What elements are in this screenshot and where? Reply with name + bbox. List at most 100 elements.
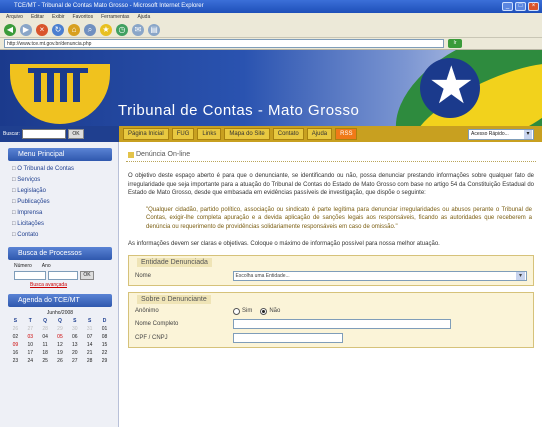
- calendar-day[interactable]: 13: [67, 341, 82, 349]
- calendar-day[interactable]: 16: [8, 349, 23, 357]
- calendar-day[interactable]: 06: [67, 333, 82, 341]
- calendar-day[interactable]: 01: [97, 325, 112, 333]
- back-icon[interactable]: ◀: [4, 23, 16, 36]
- full-name-input[interactable]: [233, 318, 451, 329]
- calendar-day[interactable]: 27: [23, 325, 38, 333]
- calendar-day[interactable]: 25: [38, 357, 53, 365]
- calendar-day[interactable]: 26: [53, 357, 68, 365]
- main-menu-heading: Menu Principal: [8, 148, 112, 161]
- address-bar: http://www.tce.mt.gov.br/denuncia.php Ir: [0, 38, 542, 50]
- site-banner: ★ Tribunal de Contas - Mato Grosso: [0, 50, 542, 126]
- search-ok-button[interactable]: OK: [67, 129, 84, 139]
- search-input[interactable]: [21, 129, 66, 139]
- calendar-day[interactable]: 30: [67, 325, 82, 333]
- menu-tools[interactable]: Ferramentas: [101, 13, 129, 22]
- nav-home[interactable]: Página Inicial: [123, 128, 169, 140]
- calendar-day[interactable]: 04: [38, 333, 53, 341]
- nav-help[interactable]: Ajuda: [306, 128, 333, 140]
- mail-icon[interactable]: ✉: [132, 23, 144, 36]
- minimize-icon[interactable]: _: [502, 2, 513, 11]
- menu-help[interactable]: Ajuda: [137, 13, 150, 22]
- process-number-input[interactable]: [14, 271, 46, 280]
- anonymous-label: Anônimo: [135, 308, 159, 314]
- denunciante-legend: Sobre o Denunciante: [137, 294, 211, 304]
- calendar-day[interactable]: 28: [38, 325, 53, 333]
- sidebar-item-tribunal[interactable]: O Tribunal de Contas: [12, 164, 118, 175]
- url-input[interactable]: http://www.tce.mt.gov.br/denuncia.php: [4, 39, 444, 48]
- calendar-day[interactable]: 31: [82, 325, 97, 333]
- history-icon[interactable]: ◷: [116, 23, 128, 36]
- menu-favorites[interactable]: Favoritos: [73, 13, 94, 22]
- nav-links[interactable]: Links: [197, 128, 222, 140]
- calendar-day[interactable]: 24: [23, 357, 38, 365]
- calendar-day[interactable]: 09: [8, 341, 23, 349]
- calendar-day[interactable]: 29: [53, 325, 68, 333]
- calendar-day[interactable]: 08: [97, 333, 112, 341]
- calendar-day[interactable]: 18: [38, 349, 53, 357]
- denunciante-fieldset: Sobre o Denunciante Anônimo Sim Não Nome…: [128, 291, 534, 348]
- calendar-day[interactable]: 21: [82, 349, 97, 357]
- calendar-day[interactable]: 12: [53, 341, 68, 349]
- sidebar-item-publicacoes[interactable]: Publicações: [12, 197, 118, 208]
- info-text: As informações devem ser claras e objeti…: [128, 241, 440, 247]
- calendar-day[interactable]: 14: [82, 341, 97, 349]
- calendar-day[interactable]: 20: [67, 349, 82, 357]
- sidebar-item-licitacoes[interactable]: Licitações: [12, 219, 118, 230]
- calendar-day[interactable]: 22: [97, 349, 112, 357]
- main-menu: O Tribunal de Contas Serviços Legislação…: [12, 164, 118, 241]
- sidebar-item-imprensa[interactable]: Imprensa: [12, 208, 118, 219]
- nav-contact[interactable]: Contato: [272, 128, 304, 140]
- window-titlebar: TCE/MT - Tribunal de Contas Mato Grosso …: [0, 0, 542, 13]
- weekday-label: Q: [43, 318, 48, 324]
- constitution-quote: "Qualquer cidadão, partido político, ass…: [146, 206, 532, 230]
- process-ok-button[interactable]: OK: [80, 271, 94, 280]
- document-input[interactable]: [233, 332, 343, 343]
- forward-icon[interactable]: ▶: [20, 23, 32, 36]
- calendar-day[interactable]: 26: [8, 325, 23, 333]
- menu-view[interactable]: Exibir: [52, 13, 65, 22]
- calendar-day[interactable]: 28: [82, 357, 97, 365]
- menu-file[interactable]: Arquivo: [6, 13, 23, 22]
- quick-access-select[interactable]: Acesso Rápido...: [468, 128, 534, 140]
- entity-select[interactable]: Escolha uma Entidade...: [232, 270, 527, 281]
- anonymous-yes-radio[interactable]: Sim: [233, 307, 252, 315]
- anonymous-no-label: Não: [269, 308, 281, 314]
- anonymous-no-radio[interactable]: Não: [260, 307, 281, 315]
- calendar-day[interactable]: 02: [8, 333, 23, 341]
- calendar-day[interactable]: 27: [67, 357, 82, 365]
- go-button[interactable]: Ir: [448, 39, 462, 48]
- rss-button[interactable]: RSS: [335, 128, 358, 140]
- weekday-label: S: [73, 318, 77, 324]
- calendar-day[interactable]: 03: [23, 333, 38, 341]
- calendar-day[interactable]: 29: [97, 357, 112, 365]
- calendar-day[interactable]: 23: [8, 357, 23, 365]
- sidebar-item-contato[interactable]: Contato: [12, 230, 118, 241]
- maximize-icon[interactable]: □: [515, 2, 526, 11]
- weekday-label: S: [13, 318, 18, 324]
- refresh-icon[interactable]: ↻: [52, 23, 64, 36]
- menu-edit[interactable]: Editar: [31, 13, 44, 22]
- close-icon[interactable]: ×: [528, 2, 539, 11]
- print-icon[interactable]: ▤: [148, 23, 160, 36]
- sidebar-item-servicos[interactable]: Serviços: [12, 175, 118, 186]
- nav-sitemap[interactable]: Mapa do Site: [224, 128, 270, 140]
- nav-fug[interactable]: FUG: [171, 128, 195, 140]
- process-year-input[interactable]: [48, 271, 78, 280]
- advanced-search-link[interactable]: Busca avançada: [30, 282, 118, 288]
- entity-fieldset: Entidade Denunciada Nome Escolha uma Ent…: [128, 254, 534, 286]
- search-icon[interactable]: ⌕: [84, 23, 96, 36]
- calendar-day[interactable]: 07: [82, 333, 97, 341]
- sidebar: Menu Principal O Tribunal de Contas Serv…: [0, 142, 119, 427]
- calendar-day[interactable]: 19: [53, 349, 68, 357]
- calendar-day[interactable]: 17: [23, 349, 38, 357]
- main-content: Denúncia On-line O objetivo deste espaço…: [120, 142, 542, 427]
- calendar-day[interactable]: 11: [38, 341, 53, 349]
- favorites-icon[interactable]: ★: [100, 23, 112, 36]
- calendar-day[interactable]: 05: [53, 333, 68, 341]
- calendar: Junho/2008 S T Q Q S S D 26 27 28 29 30 …: [8, 310, 112, 365]
- sidebar-item-legislacao[interactable]: Legislação: [12, 186, 118, 197]
- stop-icon[interactable]: ×: [36, 23, 48, 36]
- home-icon[interactable]: ⌂: [68, 23, 80, 36]
- calendar-day[interactable]: 10: [23, 341, 38, 349]
- calendar-day[interactable]: 15: [97, 341, 112, 349]
